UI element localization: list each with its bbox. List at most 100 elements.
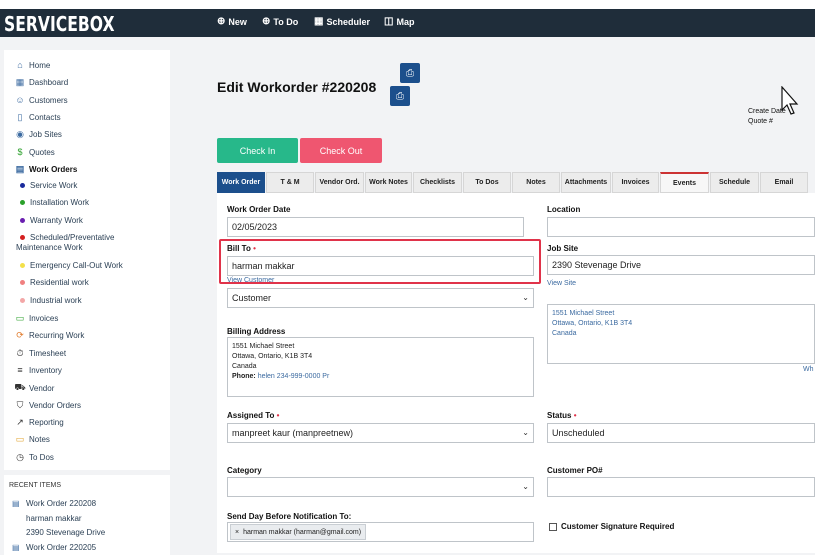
sidebar-sub-service-work[interactable]: Service Work [20, 181, 77, 190]
sidebar-item-timesheet[interactable]: ⏱ Timesheet [14, 348, 66, 359]
sidebar-item-inventory[interactable]: ≡ Inventory [14, 365, 62, 375]
sidebar-item-customers[interactable]: ☺ Customers [14, 95, 67, 105]
page-title: Edit Workorder #220208 [217, 79, 377, 95]
required-marker: • [573, 411, 577, 420]
status-select[interactable]: Unscheduled [547, 423, 815, 443]
tab-t-and-m[interactable]: T & M [266, 172, 314, 193]
tab-checklists[interactable]: Checklists [413, 172, 462, 193]
sidebar-sub-label: Installation Work [30, 198, 89, 207]
customer-type-select[interactable]: Customer ⌄ [227, 288, 534, 308]
printer-icon: ⎙ [396, 90, 404, 102]
remove-chip-icon[interactable]: × [235, 529, 239, 536]
sidebar-item-label: Contacts [29, 113, 61, 122]
sidebar-sub-emergency-work[interactable]: Emergency Call-Out Work [20, 261, 123, 270]
assigned-to-select[interactable]: manpreet kaur (manpreetnew) ⌄ [227, 423, 534, 443]
sidebar-item-dashboard[interactable]: ▦ Dashboard [14, 77, 68, 88]
sidebar-item-contacts[interactable]: ▯ Contacts [14, 112, 61, 123]
location-pin-icon: ◉ [16, 129, 24, 139]
sidebar-item-reporting[interactable]: ↗ Reporting [14, 417, 64, 428]
chevron-down-icon: ⌄ [522, 482, 529, 491]
dollar-icon: $ [17, 147, 23, 157]
sidebar-sub-installation-work[interactable]: Installation Work [20, 198, 89, 207]
site-address-line: Ottawa, Ontario, K1B 3T4 [552, 320, 633, 327]
document-icon: ▤ [15, 164, 25, 174]
tab-work-notes[interactable]: Work Notes [365, 172, 412, 193]
print-button[interactable]: ⎙ [400, 63, 420, 83]
sidebar-sub-industrial-work[interactable]: Industrial work [20, 296, 82, 305]
sidebar-sub-warranty-work[interactable]: Warranty Work [20, 216, 83, 225]
sidebar: ⌂ Home ▦ Dashboard ☺ Customers ▯ Contacts ◉ J… [4, 50, 170, 470]
recipient-chip[interactable]: × harman makkar (harman@gmail.com) [230, 524, 367, 540]
phone-label: Phone: [232, 373, 256, 380]
browser-strip [0, 0, 815, 9]
app-logo[interactable]: SERVICEBOX [4, 12, 115, 36]
chevron-down-icon: ⌄ [522, 428, 529, 437]
sidebar-sub-residential-work[interactable]: Residential work [20, 278, 89, 287]
check-out-button[interactable]: Check Out [300, 138, 382, 163]
category-select[interactable]: ⌄ [227, 477, 534, 497]
work-order-date-label: Work Order Date [227, 205, 291, 214]
view-site-link[interactable]: View Site [547, 280, 576, 287]
sidebar-sub-label: Maintenance Work [16, 243, 83, 252]
sidebar-item-invoices[interactable]: ▭ Invoices [14, 313, 59, 324]
site-address-line: Canada [552, 330, 577, 337]
recent-item-title[interactable]: Work Order 220205 [26, 543, 96, 552]
billing-phone: Phone: helen 234-999-0000 Pr [232, 372, 529, 382]
nav-scheduler-label: Scheduler [326, 16, 370, 27]
recent-item-title[interactable]: Work Order 220208 [26, 499, 96, 508]
assigned-to-label-text: Assigned To [227, 411, 275, 420]
nav-map[interactable]: ◫ Map [384, 16, 414, 27]
phone-value[interactable]: helen 234-999-0000 Pr [258, 373, 330, 380]
sidebar-item-home[interactable]: ⌂ Home [14, 60, 50, 70]
list-icon: ≡ [17, 365, 23, 375]
tab-events[interactable]: Events [660, 172, 709, 193]
nav-todo[interactable]: ⊕ To Do [262, 16, 298, 27]
sidebar-item-label: Reporting [29, 418, 64, 427]
sidebar-item-vendor-orders[interactable]: ⛉ Vendor Orders [14, 400, 81, 411]
tab-email[interactable]: Email [760, 172, 808, 193]
work-order-date-field[interactable]: 02/05/2023 [227, 217, 524, 237]
customer-po-field[interactable] [547, 477, 815, 497]
sidebar-item-todos[interactable]: ◷ To Dos [14, 452, 54, 463]
partial-link[interactable]: Wh [803, 366, 814, 373]
sidebar-item-recurring-work[interactable]: ⟳ Recurring Work [14, 330, 84, 341]
check-in-button[interactable]: Check In [217, 138, 298, 163]
required-marker: • [276, 411, 280, 420]
customer-signature-checkbox[interactable]: Customer Signature Required [549, 522, 674, 531]
nav-new[interactable]: ⊕ New [217, 16, 247, 27]
tab-invoices[interactable]: Invoices [612, 172, 659, 193]
tab-schedule[interactable]: Schedule [710, 172, 759, 193]
assigned-to-value: manpreet kaur (manpreetnew) [232, 428, 354, 438]
tab-to-dos[interactable]: To Dos [463, 172, 511, 193]
location-field[interactable] [547, 217, 815, 237]
recent-items-heading: RECENT ITEMS [9, 482, 61, 489]
assigned-to-label: Assigned To • [227, 411, 279, 420]
nav-scheduler[interactable]: ▦ Scheduler [314, 16, 370, 27]
nav-todo-label: To Do [273, 16, 299, 27]
tab-notes[interactable]: Notes [512, 172, 560, 193]
print-button-secondary[interactable]: ⎙ [390, 86, 410, 106]
top-navigation-bar: SERVICEBOX ⊕ New ⊕ To Do ▦ Scheduler ◫ Map [0, 9, 815, 37]
sidebar-item-quotes[interactable]: $ Quotes [14, 147, 55, 157]
sidebar-item-label: Recurring Work [29, 331, 85, 340]
sidebar-sub-preventative-work[interactable]: Scheduled/Preventative [20, 233, 115, 242]
sidebar-item-notes[interactable]: ▭ Notes [14, 434, 50, 445]
sidebar-item-label: Quotes [29, 147, 55, 157]
sidebar-item-label: Invoices [29, 314, 59, 323]
home-icon: ⌂ [17, 60, 23, 70]
job-site-field[interactable]: 2390 Stevenage Drive [547, 255, 815, 275]
sidebar-item-work-orders[interactable]: ▤ Work Orders [14, 164, 78, 175]
tab-attachments[interactable]: Attachments [561, 172, 611, 193]
sidebar-sub-preventative-line2[interactable]: Maintenance Work [16, 243, 83, 252]
location-label: Location [547, 205, 581, 214]
tab-work-order[interactable]: Work Order [217, 172, 265, 193]
document-icon: ▤ [12, 543, 20, 552]
sidebar-item-vendor[interactable]: ⛟ Vendor [14, 382, 54, 394]
cart-icon: ⛉ [16, 400, 24, 410]
tab-vendor-orders[interactable]: Vendor Ord. [315, 172, 364, 193]
chevron-down-icon: ⌄ [522, 293, 529, 302]
checkbox-box[interactable] [549, 522, 557, 531]
status-dot [20, 183, 25, 188]
sidebar-item-job-sites[interactable]: ◉ Job Sites [14, 129, 62, 140]
sidebar-sub-label: Warranty Work [30, 216, 83, 225]
